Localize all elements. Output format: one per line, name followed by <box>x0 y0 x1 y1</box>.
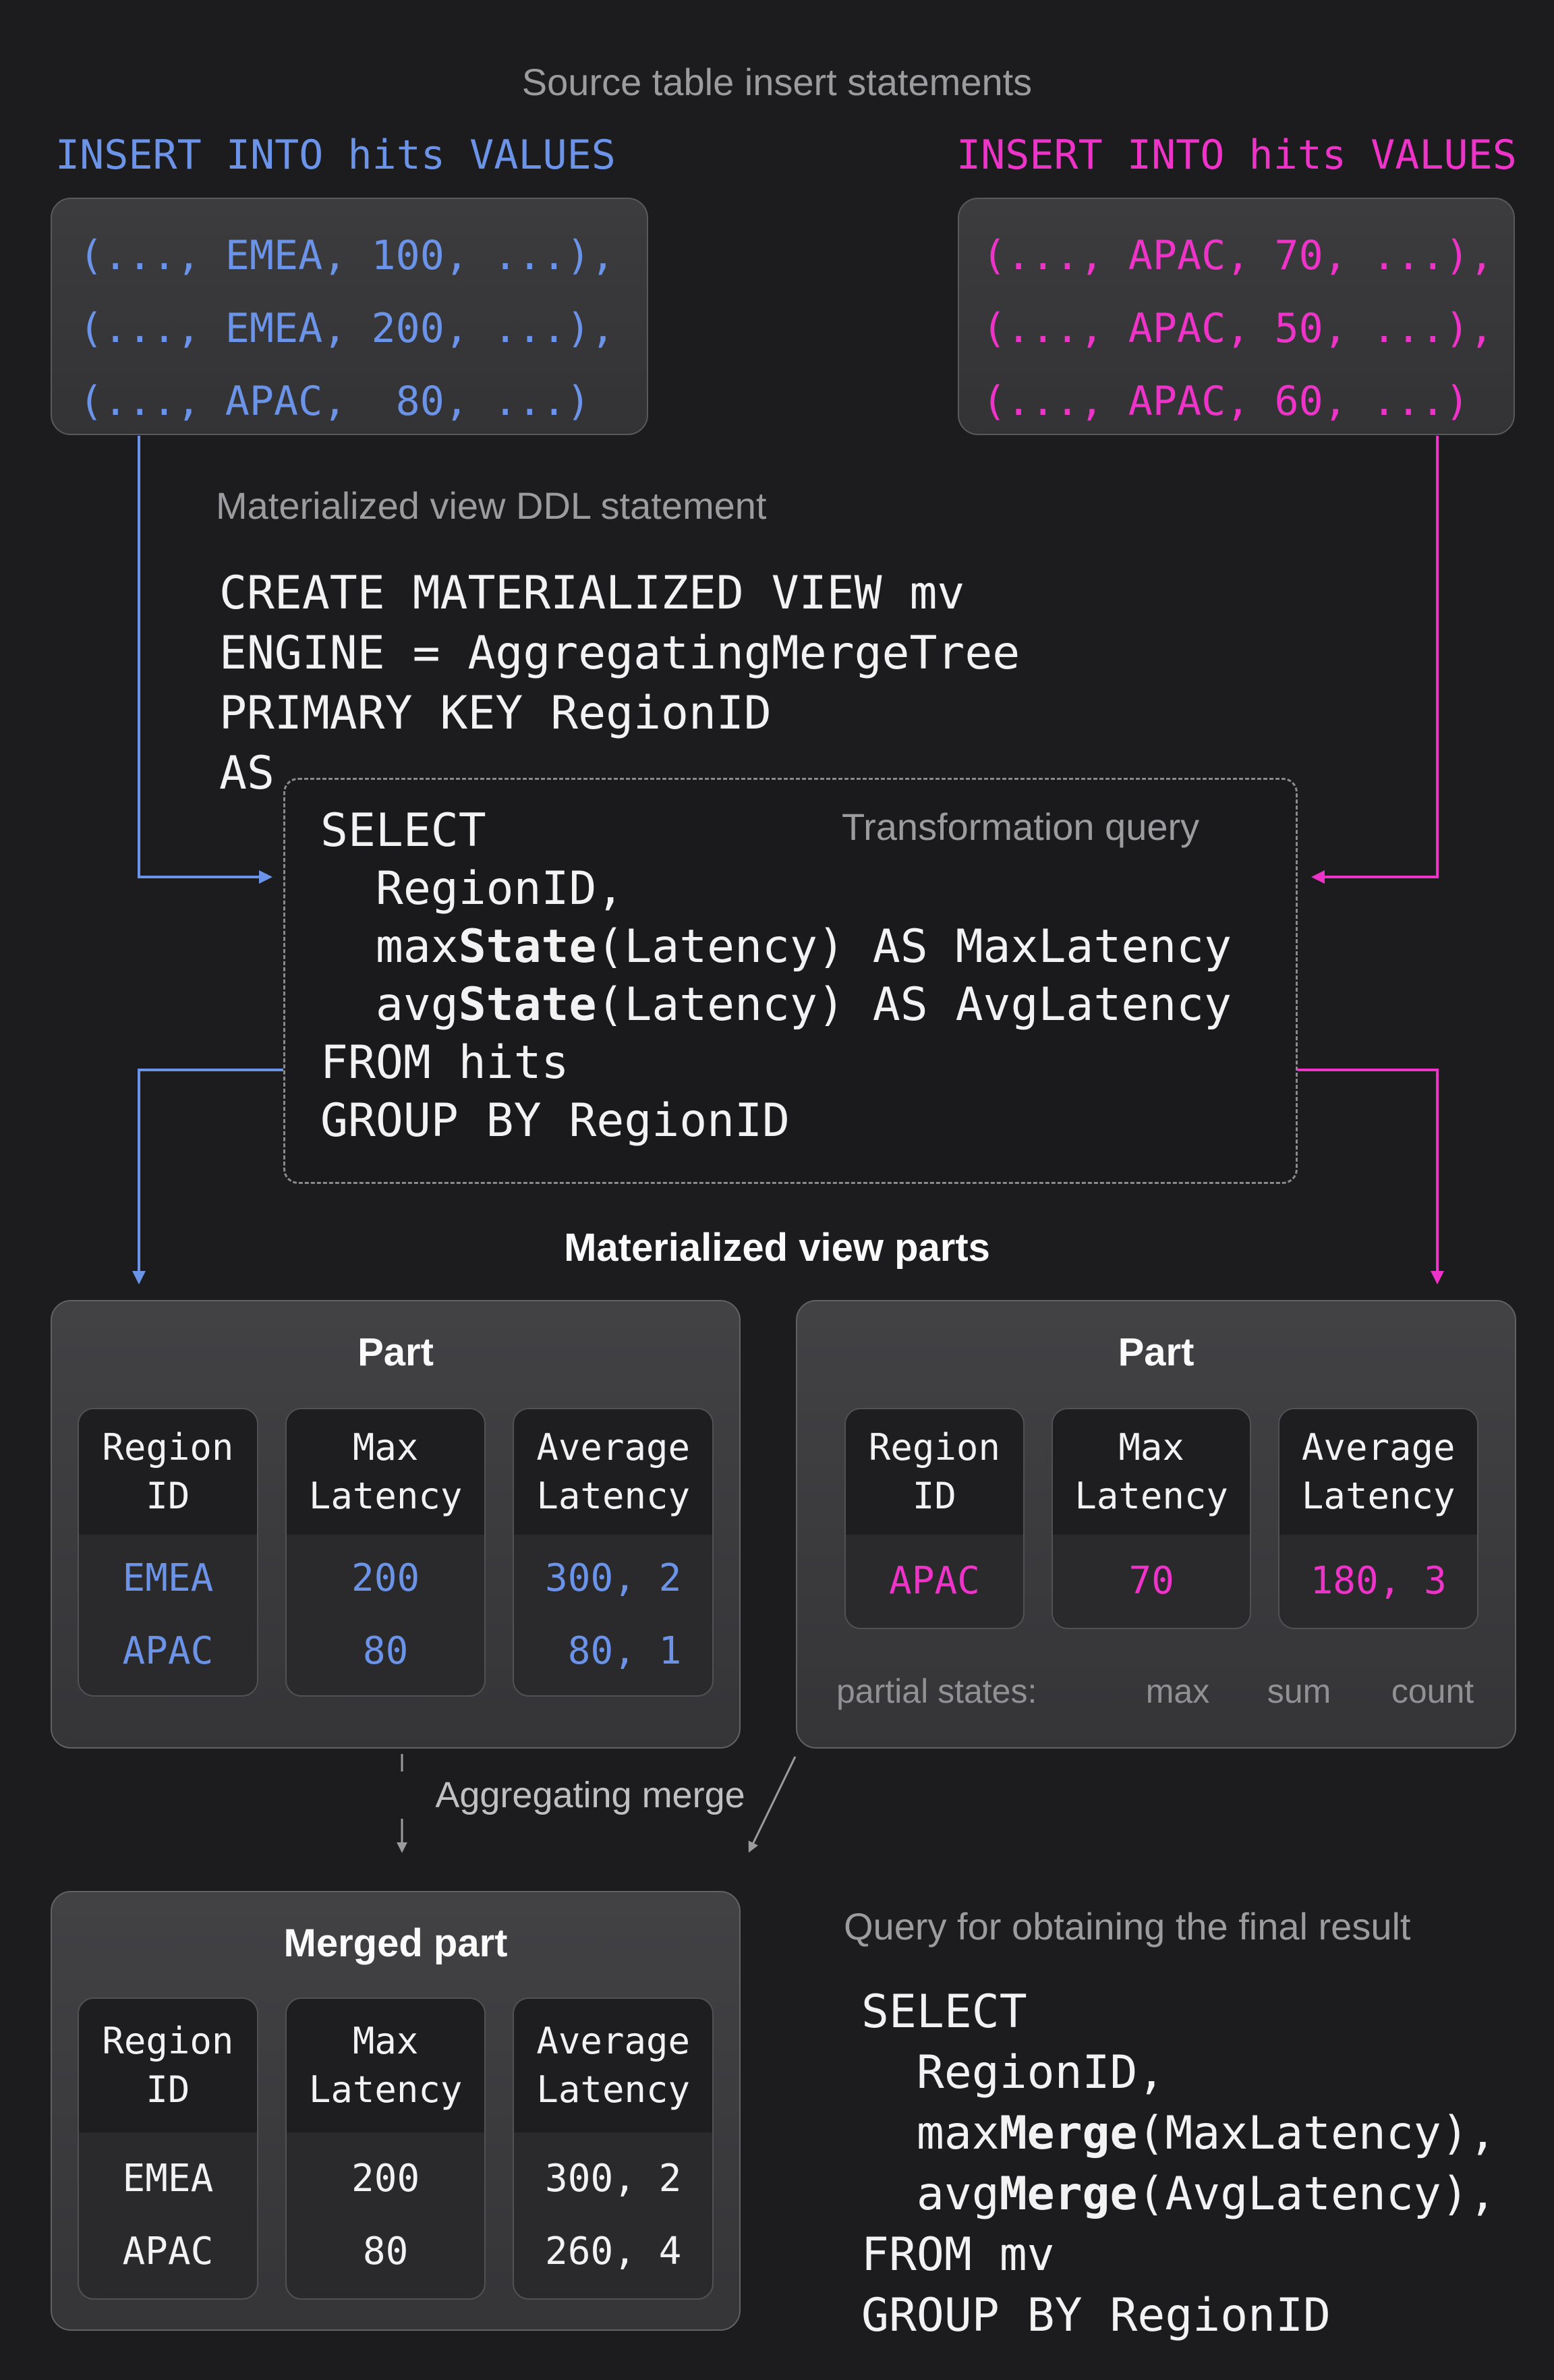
insert-right-row: (..., APAC, 50, ...), <box>982 292 1514 365</box>
partial-state-count: count <box>1391 1674 1474 1708</box>
part-right-col-avg: Average Latency 180, 3 <box>1278 1408 1478 1629</box>
col-header-label: Max Latency <box>1067 1423 1236 1521</box>
merged-part-box: Merged part Region ID EMEA APAC Max Late… <box>51 1891 741 2331</box>
insert-left-row: (..., APAC, 80, ...) <box>79 365 647 438</box>
merged-col-max: Max Latency 200 80 <box>285 1998 486 2300</box>
tq-group: GROUP BY RegionID <box>320 1092 1232 1150</box>
cell: 200 <box>351 2160 420 2198</box>
part-left-title: Part <box>52 1332 739 1373</box>
ddl-line: ENGINE = AggregatingMergeTree <box>219 623 1020 683</box>
ddl-code: CREATE MATERIALIZED VIEW mv ENGINE = Agg… <box>219 563 1020 803</box>
fq-avgmerge-line: avgMerge(AvgLatency), <box>861 2164 1497 2225</box>
label-aggregating-merge: Aggregating merge <box>388 1776 793 1814</box>
transformation-query-code: SELECT RegionID, maxState(Latency) AS Ma… <box>320 802 1232 1150</box>
fq-max-post: (MaxLatency), <box>1137 2107 1496 2160</box>
cell: 180, 3 <box>1311 1562 1447 1600</box>
part-right-col-region: Region ID APAC <box>844 1408 1025 1629</box>
col-header-label: Max Latency <box>301 2017 470 2114</box>
part-left-col-max: Max Latency 200 80 <box>285 1408 486 1697</box>
tq-max-pre: max <box>320 920 459 973</box>
ddl-line: PRIMARY KEY RegionID <box>219 683 1020 743</box>
part-right-col-max: Max Latency 70 <box>1052 1408 1252 1629</box>
cell: 70 <box>1128 1562 1174 1600</box>
tq-region: RegionID, <box>320 860 1232 918</box>
fq-region: RegionID, <box>861 2043 1497 2103</box>
title-ddl: Materialized view DDL statement <box>216 487 766 525</box>
tq-max-bold: State <box>459 920 597 973</box>
cell: EMEA <box>122 1560 213 1597</box>
cell: 300, 2 <box>545 2160 681 2198</box>
fq-maxmerge-line: maxMerge(MaxLatency), <box>861 2103 1497 2164</box>
col-header-label: Average Latency <box>529 1423 697 1521</box>
insert-left-row: (..., EMEA, 100, ...), <box>79 219 647 292</box>
partial-state-max: max <box>1146 1674 1209 1708</box>
tq-from: FROM hits <box>320 1034 1232 1092</box>
tq-avg-bold: State <box>459 978 597 1031</box>
fq-from: FROM mv <box>861 2225 1497 2286</box>
fq-group: GROUP BY RegionID <box>861 2286 1497 2346</box>
tq-avgstate-line: avgState(Latency) AS AvgLatency <box>320 976 1232 1034</box>
title-source-inserts: Source table insert statements <box>0 63 1554 101</box>
col-header-label: Average Latency <box>529 2017 697 2114</box>
cell: 260, 4 <box>545 2233 681 2271</box>
cell: APAC <box>122 2233 213 2271</box>
cell: 80 <box>363 2233 408 2271</box>
cell: 80, 1 <box>545 1633 681 1670</box>
title-mv-parts: Materialized view parts <box>0 1228 1554 1268</box>
tq-maxstate-line: maxState(Latency) AS MaxLatency <box>320 918 1232 976</box>
fq-avg-pre: avg <box>861 2168 1000 2221</box>
col-header-label: Region ID <box>84 2017 252 2114</box>
fq-avg-bold: Merge <box>1000 2168 1138 2221</box>
title-final-query: Query for obtaining the final result <box>844 1908 1410 1946</box>
fq-avg-post: (AvgLatency), <box>1137 2168 1496 2221</box>
cell: APAC <box>889 1562 980 1600</box>
merged-col-avg: Average Latency 300, 2 260, 4 <box>513 1998 714 2300</box>
insert-left-header: INSERT INTO hits VALUES <box>55 135 616 175</box>
cell: 80 <box>363 1633 408 1670</box>
tq-avg-post: (Latency) AS AvgLatency <box>596 978 1232 1031</box>
col-header-label: Region ID <box>84 1423 252 1521</box>
fq-select: SELECT <box>861 1982 1497 2043</box>
part-left-col-avg: Average Latency 300, 2 80, 1 <box>513 1408 714 1697</box>
materialized-view-diagram: Source table insert statements INSERT IN… <box>0 0 1554 2380</box>
cell: 200 <box>351 1560 420 1597</box>
final-query-code: SELECT RegionID, maxMerge(MaxLatency), a… <box>861 1982 1497 2346</box>
merged-part-title: Merged part <box>52 1923 739 1964</box>
tq-select: SELECT <box>320 802 1232 860</box>
partial-state-sum: sum <box>1267 1674 1331 1708</box>
col-header-label: Max Latency <box>301 1423 470 1521</box>
insert-right-row: (..., APAC, 60, ...) <box>982 365 1514 438</box>
insert-left-box: (..., EMEA, 100, ...), (..., EMEA, 200, … <box>51 198 648 435</box>
part-left-col-region: Region ID EMEA APAC <box>78 1408 258 1697</box>
tq-avg-pre: avg <box>320 978 459 1031</box>
cell: EMEA <box>122 2160 213 2198</box>
fq-max-pre: max <box>861 2107 1000 2160</box>
cell: 300, 2 <box>545 1560 681 1597</box>
col-header-label: Region ID <box>850 1423 1018 1521</box>
fq-max-bold: Merge <box>1000 2107 1138 2160</box>
merged-col-region: Region ID EMEA APAC <box>78 1998 258 2300</box>
part-box-right: Part Region ID APAC Max Latency 70 Avera… <box>796 1300 1516 1749</box>
arrow-insert-right-to-query <box>1315 436 1437 877</box>
insert-right-row: (..., APAC, 70, ...), <box>982 219 1514 292</box>
insert-left-row: (..., EMEA, 200, ...), <box>79 292 647 365</box>
insert-right-box: (..., APAC, 70, ...), (..., APAC, 50, ..… <box>958 198 1515 435</box>
cell: APAC <box>122 1633 213 1670</box>
ddl-line: CREATE MATERIALIZED VIEW mv <box>219 563 1020 623</box>
col-header-label: Average Latency <box>1294 1423 1463 1521</box>
part-box-left: Part Region ID EMEA APAC Max Latency 200… <box>51 1300 741 1749</box>
tq-max-post: (Latency) AS MaxLatency <box>596 920 1232 973</box>
part-right-title: Part <box>797 1332 1515 1373</box>
insert-right-header: INSERT INTO hits VALUES <box>956 135 1517 175</box>
partial-states-label: partial states: <box>836 1674 1037 1708</box>
